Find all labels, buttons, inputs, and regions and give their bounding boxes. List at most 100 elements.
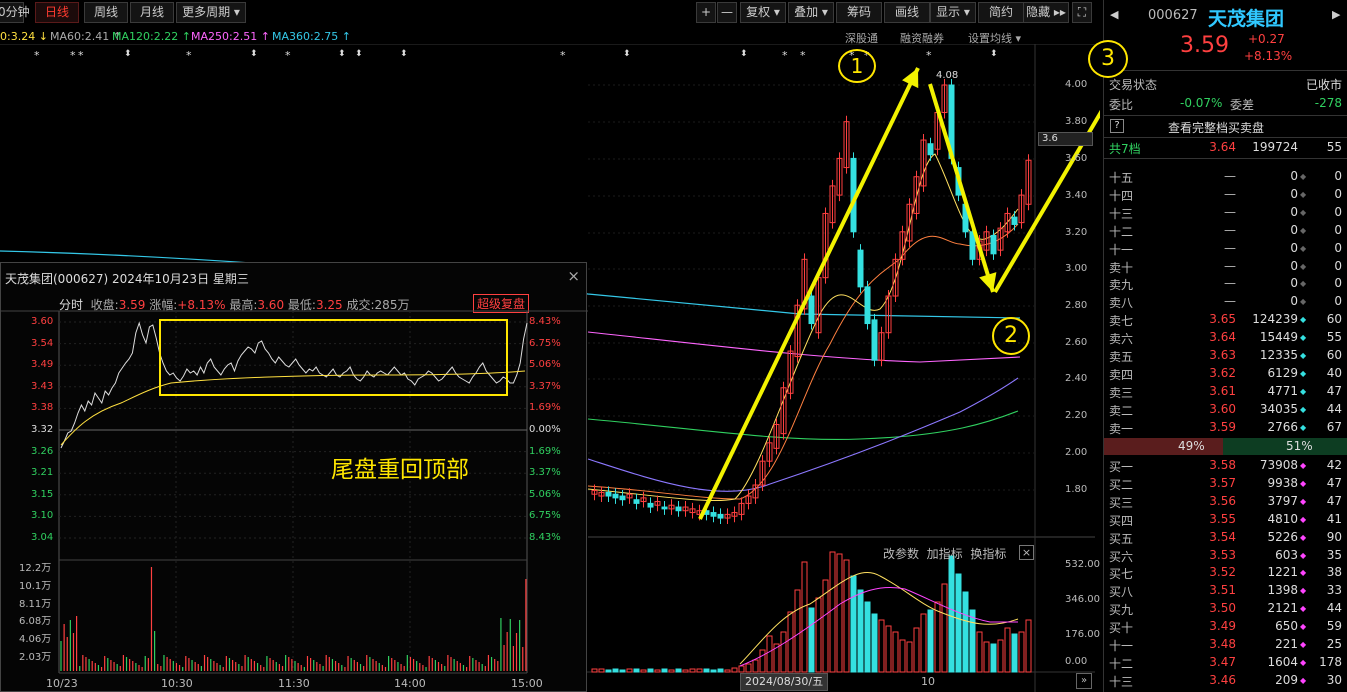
volume-bar <box>703 668 710 673</box>
total-price: 3.64 <box>1209 140 1236 154</box>
tool-button-7[interactable]: 简约 <box>978 2 1024 23</box>
event-marker: * <box>70 49 76 62</box>
vol-tick: 0.00 <box>1065 656 1088 667</box>
level-price: 3.64 <box>1209 330 1236 345</box>
prev-stock-icon[interactable]: ◀ <box>1110 8 1118 21</box>
level-label: 买三 <box>1109 495 1134 510</box>
divider <box>1104 158 1347 159</box>
divider <box>1104 115 1347 116</box>
tool-button-8[interactable]: 隐藏 ▸▸ <box>1023 2 1069 23</box>
add-indicator-button[interactable]: 加指标 <box>927 547 963 561</box>
ma-label-0: 0:3.24 ↓ <box>0 30 48 43</box>
period-tab-4[interactable]: 更多周期 ▾ <box>176 2 246 23</box>
order-level: 十一 3.48 221 ◆ 25 <box>1104 636 1347 654</box>
level-price: 3.62 <box>1209 365 1236 380</box>
candle <box>808 295 815 325</box>
level-price: 3.52 <box>1209 565 1236 580</box>
intraday-popup[interactable]: 天茂集团(000627) 2024年10月23日 星期三 × 分时 收盘:3.5… <box>0 262 588 692</box>
period-tab-3[interactable]: 月线 <box>130 2 174 23</box>
price-tick: 3.60 <box>1065 153 1088 164</box>
volume-bar <box>598 668 605 673</box>
level-count: 0 <box>1334 240 1342 255</box>
level-price: 3.59 <box>1209 419 1236 434</box>
level-volume: 6129 <box>1267 365 1298 380</box>
order-level: 买二 3.57 9938 ◆ 47 <box>1104 475 1347 493</box>
edit-params-button[interactable]: 改参数 <box>883 547 919 561</box>
volume-bar <box>801 561 808 673</box>
change-indicator-button[interactable]: 换指标 <box>970 547 1006 561</box>
candle <box>871 319 878 361</box>
tool-button-1[interactable]: — <box>717 2 737 23</box>
tool-button-6[interactable]: 显示 ▾ <box>930 2 976 23</box>
tool-button-2[interactable]: 复权 ▾ <box>740 2 786 23</box>
scroll-right-icon[interactable]: » <box>1076 673 1092 689</box>
full-depth-row[interactable]: ? 查看完整档买卖盘 <box>1104 118 1347 136</box>
fullscreen-icon[interactable]: ⛶ <box>1072 2 1092 23</box>
level-price: 3.48 <box>1209 637 1236 651</box>
level-volume: 5226 <box>1267 529 1298 544</box>
annotation-3: 3 <box>1088 40 1128 78</box>
vol-tick: 532.00 <box>1065 559 1100 570</box>
level-label: 买六 <box>1109 549 1134 564</box>
volume-bar <box>927 609 934 673</box>
level-price: 3.60 <box>1209 401 1236 416</box>
volume-bar <box>871 613 878 673</box>
volume-bar <box>689 668 696 673</box>
event-marker: * <box>285 49 291 62</box>
volume-bar <box>647 668 654 673</box>
level-price: 3.63 <box>1209 348 1236 362</box>
price-tick: 2.00 <box>1065 447 1088 458</box>
volume-bar <box>710 669 717 673</box>
level-count: 0 <box>1334 222 1342 237</box>
level-label: 十二 <box>1109 656 1134 671</box>
full-depth-link[interactable]: 查看完整档买卖盘 <box>1168 119 1264 136</box>
level-volume: 0 <box>1290 240 1298 255</box>
level-volume: 0 <box>1290 222 1298 237</box>
order-level: 卖六 3.64 15449 ◆ 55 <box>1104 329 1347 347</box>
tool-button-0[interactable]: + <box>696 2 716 23</box>
x-tick: 10 <box>921 675 935 688</box>
level-count: 67 <box>1326 419 1342 434</box>
level-price: 3.57 <box>1209 475 1236 490</box>
event-marker: * <box>560 49 566 62</box>
ma-label-3: MA250:2.51 ↑ <box>191 30 270 43</box>
level-label: 买一 <box>1109 460 1134 474</box>
price-tick: 2.40 <box>1065 373 1088 384</box>
close-icon[interactable]: × <box>1019 545 1034 560</box>
level-label: 卖六 <box>1109 332 1134 347</box>
level-price: 3.49 <box>1209 619 1236 634</box>
price-tick: 4.00 <box>1065 79 1088 90</box>
level-volume: 650 <box>1275 619 1298 634</box>
level-count: 0 <box>1334 258 1342 273</box>
level-price: 3.51 <box>1209 583 1236 598</box>
price-change: +0.27 <box>1248 32 1285 46</box>
period-tab-1[interactable]: 日线 <box>35 2 79 23</box>
candle <box>990 234 997 255</box>
vol-tick: 346.00 <box>1065 594 1100 605</box>
order-level: 十二 —0 ◆ 0 <box>1104 222 1347 240</box>
period-tab-0[interactable]: 0分钟 <box>0 2 30 23</box>
level-volume: 1604 <box>1267 654 1298 669</box>
tool-button-4[interactable]: 筹码 <box>836 2 882 23</box>
tool-button-3[interactable]: 叠加 ▾ <box>788 2 834 23</box>
order-level: 十三 3.46 209 ◆ 30 <box>1104 672 1347 690</box>
level-volume: 124239 <box>1252 312 1298 327</box>
period-tab-2[interactable]: 周线 <box>84 2 128 23</box>
level-price: 3.61 <box>1209 383 1236 398</box>
price-tick: 2.60 <box>1065 337 1088 348</box>
tool-button-5[interactable]: 画线 <box>884 2 930 23</box>
level-count: 35 <box>1326 547 1342 562</box>
event-marker: * <box>782 49 788 62</box>
level-volume: 9938 <box>1267 475 1298 490</box>
order-level: 卖十 —0 ◆ 0 <box>1104 258 1347 276</box>
help-icon[interactable]: ? <box>1110 119 1124 133</box>
volume-bar <box>976 631 983 673</box>
level-count: 59 <box>1326 619 1342 634</box>
volume-bar <box>633 668 640 673</box>
level-count: 55 <box>1326 330 1342 345</box>
candle <box>647 502 654 508</box>
order-level: 卖八 —0 ◆ 0 <box>1104 293 1347 311</box>
next-stock-icon[interactable]: ▶ <box>1332 8 1340 21</box>
divider <box>1104 70 1347 71</box>
level-price: — <box>1224 240 1236 255</box>
